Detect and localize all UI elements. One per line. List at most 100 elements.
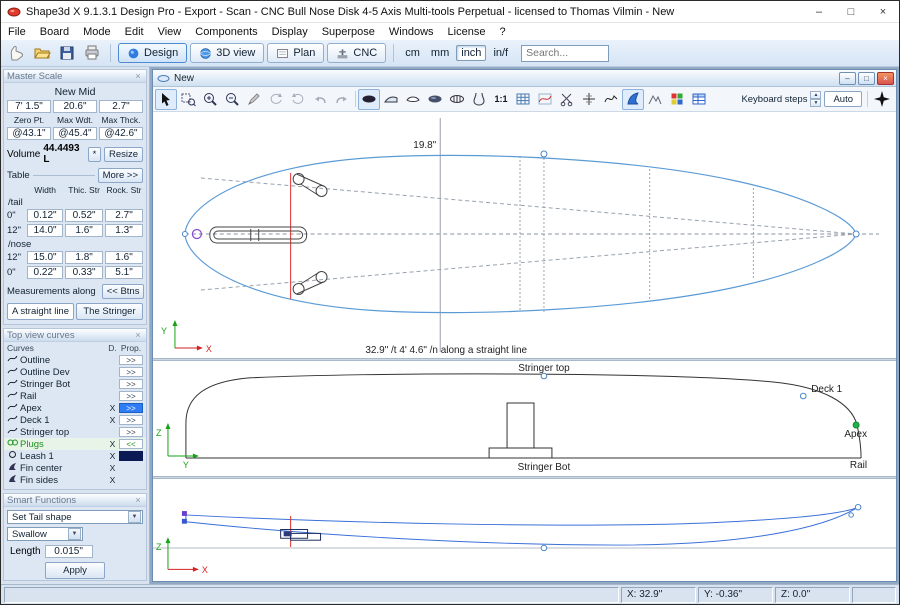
menu-item-windows[interactable]: Windows	[382, 26, 441, 38]
curvature-icon[interactable]	[534, 89, 556, 110]
save-icon[interactable]	[56, 42, 78, 64]
rotate-right-icon[interactable]	[287, 89, 309, 110]
plan-button[interactable]: Plan	[267, 43, 324, 63]
prop-button[interactable]: >>	[119, 427, 143, 437]
unit-mm[interactable]: mm	[427, 46, 453, 60]
zero-pt-field[interactable]: @43.1"	[7, 127, 51, 140]
auto-button[interactable]: Auto	[824, 91, 862, 107]
unit-inch[interactable]: inch	[456, 45, 486, 61]
prop-button[interactable]: >>	[119, 379, 143, 389]
volume-star-button[interactable]: *	[88, 147, 101, 162]
section-view-panel[interactable]: Stringer top Stringer Bot Deck 1 Apex Ra…	[153, 361, 896, 476]
curve-row-outline-dev[interactable]: Outline Dev >>	[4, 366, 146, 378]
3d-view-button[interactable]: 3D view	[190, 43, 264, 63]
curve-row-fin-center[interactable]: Fin center X	[4, 462, 146, 474]
pointer-tool-icon[interactable]	[155, 89, 177, 110]
menu-item-mode[interactable]: Mode	[76, 26, 118, 38]
curve-row-plugs[interactable]: Plugs X <<	[4, 438, 146, 450]
unit-cm[interactable]: cm	[401, 46, 424, 60]
nose12-thic-field[interactable]: 1.8"	[65, 251, 103, 264]
curve-row-leash-1[interactable]: Leash 1 X	[4, 450, 146, 462]
colors-icon[interactable]	[666, 89, 688, 110]
prop-button[interactable]: >>	[119, 415, 143, 425]
resize-button[interactable]: Resize	[104, 147, 143, 162]
nose-thic-field[interactable]: 0.33"	[65, 266, 103, 279]
top-view-panel[interactable]: 19.8" 32.9" /t 4' 4.6" /n along a straig…	[153, 112, 896, 358]
pencil-icon[interactable]	[243, 89, 265, 110]
maximize-icon[interactable]: □	[835, 1, 867, 22]
nose12-width-field[interactable]: 15.0"	[27, 251, 63, 264]
undo-icon[interactable]	[309, 89, 331, 110]
tail12-thic-field[interactable]: 1.6"	[65, 224, 103, 237]
btns-toggle-button[interactable]: << Btns	[102, 284, 145, 299]
prop-button[interactable]: >>	[119, 367, 143, 377]
curve-row-fin-sides[interactable]: Fin sides X	[4, 474, 146, 486]
flow-lines-icon[interactable]	[446, 89, 468, 110]
top-view-canvas[interactable]: 19.8" 32.9" /t 4' 4.6" /n along a straig…	[153, 112, 896, 358]
spin-down-icon[interactable]: ▼	[810, 99, 821, 107]
cnc-button[interactable]: CNC	[327, 43, 386, 63]
search-input[interactable]	[521, 45, 609, 62]
profile-view-canvas[interactable]: Z X	[153, 479, 896, 581]
curve-row-apex[interactable]: Apex X >>	[4, 402, 146, 414]
tail-width-field[interactable]: 0.12"	[27, 209, 63, 222]
close-icon[interactable]: ×	[867, 1, 899, 22]
design-mode-button[interactable]: Design	[118, 43, 187, 63]
zoom-in-icon[interactable]	[199, 89, 221, 110]
section-view-canvas[interactable]: Stringer top Stringer Bot Deck 1 Apex Ra…	[153, 361, 896, 476]
spreadsheet-icon[interactable]	[688, 89, 710, 110]
profile-view-icon[interactable]	[380, 89, 402, 110]
prop-button[interactable]: <<	[119, 439, 143, 449]
tail-thic-field[interactable]: 0.52"	[65, 209, 103, 222]
menu-item-display[interactable]: Display	[265, 26, 315, 38]
board-length-field[interactable]: 7' 1.5"	[7, 100, 51, 113]
axes-icon[interactable]	[578, 89, 600, 110]
menu-item-help[interactable]: ?	[492, 26, 512, 38]
zoom-out-icon[interactable]	[221, 89, 243, 110]
compass-star-icon[interactable]	[873, 90, 891, 108]
menu-item-license[interactable]: License	[441, 26, 493, 38]
max-width-field[interactable]: @45.4"	[53, 127, 97, 140]
chevron-down-icon[interactable]: ▼	[128, 511, 141, 523]
doc-minimize-icon[interactable]: –	[839, 72, 856, 85]
panel-close-icon[interactable]: ×	[133, 330, 143, 340]
section-view-icon[interactable]	[402, 89, 424, 110]
tail12-width-field[interactable]: 14.0"	[27, 224, 63, 237]
curve-row-deck-1[interactable]: Deck 1 X >>	[4, 414, 146, 426]
prop-button[interactable]: >>	[119, 355, 143, 365]
unit-inf[interactable]: in/f	[489, 46, 512, 60]
open-folder-icon[interactable]	[31, 42, 53, 64]
curve-icon[interactable]	[600, 89, 622, 110]
curve-row-stringer-bot[interactable]: Stringer Bot >>	[4, 378, 146, 390]
profile-view-panel[interactable]: Z X	[153, 479, 896, 581]
function-select[interactable]: Set Tail shape ▼	[7, 510, 143, 524]
glove-icon[interactable]	[6, 42, 28, 64]
doc-restore-icon[interactable]: □	[858, 72, 875, 85]
top-view-icon[interactable]	[358, 89, 380, 110]
menu-item-components[interactable]: Components	[188, 26, 264, 38]
tail-rock-field[interactable]: 2.7"	[105, 209, 143, 222]
straight-line-button[interactable]: A straight line	[7, 303, 74, 320]
chevron-down-icon[interactable]: ▼	[68, 528, 81, 540]
menu-item-view[interactable]: View	[151, 26, 189, 38]
volume-distribution-icon[interactable]	[468, 89, 490, 110]
more-button[interactable]: More >>	[98, 168, 143, 183]
panel-close-icon[interactable]: ×	[133, 495, 143, 505]
color-swatch[interactable]	[119, 451, 143, 461]
nose-width-field[interactable]: 0.22"	[27, 266, 63, 279]
menu-item-file[interactable]: File	[1, 26, 33, 38]
print-icon[interactable]	[81, 42, 103, 64]
actual-size-button[interactable]: 1:1	[490, 89, 512, 110]
document-titlebar[interactable]: New – □ ×	[153, 70, 896, 87]
menu-item-board[interactable]: Board	[33, 26, 76, 38]
minimize-icon[interactable]: –	[803, 1, 835, 22]
max-thick-field[interactable]: @42.6"	[99, 127, 143, 140]
tail-shape-select[interactable]: Swallow ▼	[7, 527, 83, 541]
curve-row-stringer-top[interactable]: Stringer top >>	[4, 426, 146, 438]
grid-icon[interactable]	[512, 89, 534, 110]
mountains-icon[interactable]	[644, 89, 666, 110]
board-thickness-field[interactable]: 2.7"	[99, 100, 143, 113]
length-field[interactable]: 0.015"	[45, 545, 93, 558]
redo-icon[interactable]	[331, 89, 353, 110]
spin-up-icon[interactable]: ▲	[810, 91, 821, 99]
